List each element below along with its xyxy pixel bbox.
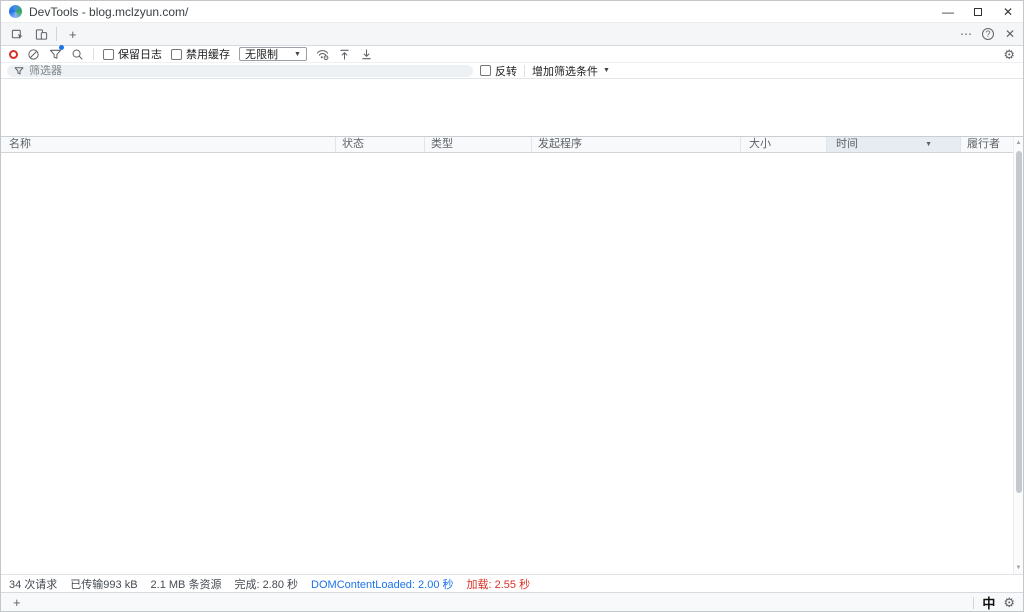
disable-cache-checkbox[interactable] (171, 49, 182, 60)
devtools-window-menu: ⋯ ? ✕ (955, 23, 1023, 45)
close-window-button[interactable]: ✕ (993, 1, 1023, 22)
scrollbar-thumb[interactable] (1016, 151, 1022, 493)
chevron-down-icon: ▼ (294, 51, 301, 58)
finish-time: 完成: 2.80 秒 (234, 576, 298, 592)
column-header-name[interactable]: 名称 (1, 137, 336, 152)
window-controls: — ✕ (933, 1, 1023, 22)
devtools-window: DevTools - blog.mclzyun.com/ — ✕ + ⋯ ? ✕… (0, 0, 1024, 612)
sort-descending-icon: ▼ (925, 137, 932, 152)
network-status-bar: 34 次请求 已传输993 kB 2.1 MB 条资源 完成: 2.80 秒 D… (1, 574, 1023, 592)
maximize-icon (974, 8, 982, 16)
network-overview[interactable] (1, 79, 1023, 137)
throttling-select[interactable]: 无限制 ▼ (239, 47, 307, 61)
domcontentloaded-time: DOMContentLoaded: 2.00 秒 (311, 576, 453, 592)
toolbar-divider (93, 48, 94, 60)
ime-indicator[interactable]: 中 (982, 593, 995, 612)
search-button[interactable] (71, 48, 84, 61)
devtools-logo-icon (9, 5, 22, 18)
scroll-up-icon[interactable]: ▲ (1014, 140, 1023, 146)
close-devtools-button[interactable]: ✕ (999, 27, 1021, 41)
drawer-tabbar: + 中 ⚙ (1, 592, 1023, 612)
resources-size: 2.1 MB 条资源 (151, 576, 222, 592)
column-header-time-label: 时间 (836, 137, 858, 152)
invert-filter-option[interactable]: 反转 (480, 63, 517, 79)
chevron-down-icon: ▼ (603, 67, 610, 74)
export-har-button[interactable] (360, 48, 373, 61)
settings-gear-icon[interactable]: ⚙ (1003, 595, 1015, 611)
invert-label: 反转 (495, 63, 517, 79)
network-filter-bar: 反转 增加筛选条件 ▼ (1, 63, 1023, 79)
column-header-size[interactable]: 大小 (741, 137, 827, 152)
drawer-more-tabs-button[interactable]: + (5, 593, 29, 612)
maximize-button[interactable] (963, 1, 993, 22)
disable-cache-option[interactable]: 禁用缓存 (171, 46, 230, 62)
network-settings-gear-icon[interactable]: ⚙ (1003, 48, 1015, 61)
drawer-divider (973, 597, 974, 609)
column-header-initiator[interactable]: 发起程序 (532, 137, 741, 152)
table-header: 名称 状态 类型 发起程序 大小 时间 ▼ 履行者 (1, 137, 1015, 153)
panel-tabbar: + ⋯ ? ✕ (1, 22, 1023, 46)
filter-funnel-icon (14, 66, 24, 76)
requests-table: 名称 状态 类型 发起程序 大小 时间 ▼ 履行者 ▲ ▼ (1, 137, 1023, 574)
transferred-size: 已传输993 kB (70, 576, 137, 592)
filter-input-wrap (7, 65, 473, 77)
table-scrollbar[interactable]: ▲ ▼ (1013, 137, 1023, 574)
clear-network-log-button[interactable] (27, 48, 40, 61)
drawer-right-controls: 中 ⚙ (973, 593, 1023, 612)
more-filters-label: 增加筛选条件 (532, 63, 598, 79)
disable-cache-label: 禁用缓存 (186, 46, 230, 62)
throttling-value: 无限制 (245, 46, 278, 62)
network-toolbar: 保留日志 禁用缓存 无限制 ▼ ⚙ (1, 46, 1023, 63)
column-header-type[interactable]: 类型 (425, 137, 532, 152)
record-network-log-button[interactable] (9, 50, 18, 59)
inspect-element-button[interactable] (5, 23, 29, 45)
column-header-status[interactable]: 状态 (336, 137, 425, 152)
invert-checkbox[interactable] (480, 65, 491, 76)
request-count: 34 次请求 (9, 576, 57, 592)
filter-input[interactable] (29, 65, 466, 77)
device-toolbar-button[interactable] (29, 23, 53, 45)
network-conditions-button[interactable] (316, 48, 329, 61)
devtools-menu-button[interactable]: ⋯ (955, 27, 977, 41)
minimize-button[interactable]: — (933, 1, 963, 22)
filter-toggle-button[interactable] (49, 48, 62, 61)
toolbar-divider (56, 27, 57, 41)
preserve-log-checkbox[interactable] (103, 49, 114, 60)
column-header-fulfilled-by[interactable]: 履行者 (961, 137, 1015, 152)
more-tabs-button[interactable]: + (60, 23, 86, 45)
import-har-button[interactable] (338, 48, 351, 61)
scroll-down-icon[interactable]: ▼ (1014, 565, 1023, 571)
help-button[interactable]: ? (982, 28, 994, 40)
titlebar: DevTools - blog.mclzyun.com/ — ✕ (1, 1, 1023, 22)
preserve-log-label: 保留日志 (118, 46, 162, 62)
preserve-log-option[interactable]: 保留日志 (103, 46, 162, 62)
load-time: 加载: 2.55 秒 (467, 576, 531, 592)
window-title: DevTools - blog.mclzyun.com/ (29, 5, 188, 19)
column-header-time[interactable]: 时间 ▼ (827, 137, 961, 152)
filterbar-divider (524, 65, 525, 77)
more-filters-dropdown[interactable]: 增加筛选条件 ▼ (532, 63, 610, 79)
filter-active-dot (59, 45, 64, 50)
